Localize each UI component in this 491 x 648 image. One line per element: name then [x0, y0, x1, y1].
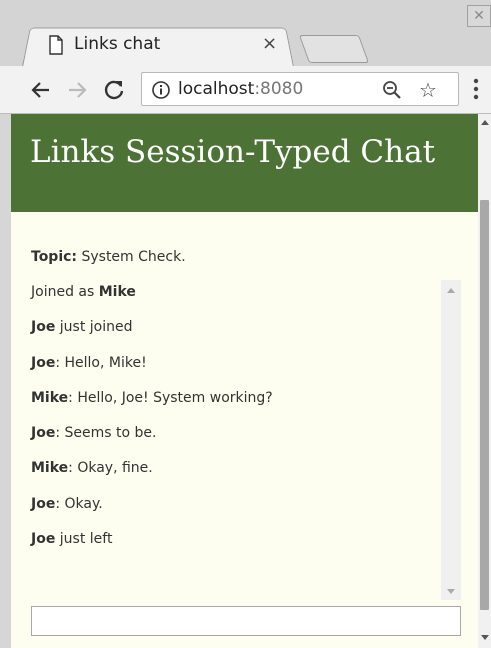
page-title: Links Session-Typed Chat: [30, 134, 436, 170]
message-text: : Seems to be.: [55, 425, 157, 441]
chat-message: Mike: Hello, Joe! System working?: [31, 390, 273, 406]
url-text[interactable]: localhost:8080: [178, 79, 303, 99]
page-viewport: Links Session-Typed Chat Topic: System C…: [11, 114, 478, 648]
chat-log-scrollbar[interactable]: [441, 280, 461, 600]
chat-message: Mike: Okay, fine.: [31, 460, 153, 476]
message-text: : Hello, Joe! System working?: [68, 390, 273, 406]
topic-label: Topic:: [31, 249, 78, 265]
scroll-up-arrow-icon[interactable]: [481, 120, 489, 125]
chat-topic: Topic: System Check.: [31, 249, 186, 265]
message-sender: Mike: [31, 390, 69, 406]
chat-message: Joined as Mike: [31, 284, 136, 300]
message-text: : Okay.: [55, 496, 103, 512]
message-sender: Joe: [31, 319, 56, 335]
chat-message: Joe: Okay.: [31, 496, 103, 512]
tab-strip: Links chat × ✕: [0, 0, 491, 67]
message-sender: Joe: [31, 355, 56, 371]
zoom-out-icon[interactable]: [382, 80, 402, 100]
forward-arrow-icon[interactable]: [65, 78, 89, 102]
new-tab-button[interactable]: [298, 35, 370, 63]
chat-log[interactable]: Joined as Mike Joe just joined Joe: Hell…: [28, 280, 461, 600]
scroll-down-arrow-icon[interactable]: [481, 635, 489, 640]
url-host: localhost: [178, 79, 255, 99]
window-close-icon[interactable]: ✕: [467, 5, 491, 27]
tab-close-icon[interactable]: ×: [262, 33, 277, 54]
page-icon: [49, 35, 63, 55]
chat-message: Joe: Seems to be.: [31, 425, 156, 441]
message-sender: Joe: [31, 531, 56, 547]
scrollbar-thumb[interactable]: [480, 200, 489, 610]
message-sender: Mike: [98, 284, 136, 300]
message-prefix: Joined as: [31, 284, 99, 300]
message-sender: Mike: [31, 460, 69, 476]
tab-title: Links chat: [74, 34, 161, 54]
star-icon[interactable]: ☆: [419, 78, 437, 102]
chat-message: Joe just joined: [31, 319, 133, 335]
message-text: just left: [55, 531, 113, 547]
address-bar[interactable]: localhost:8080 ☆: [141, 72, 459, 106]
topic-value: System Check.: [77, 249, 186, 265]
message-sender: Joe: [31, 496, 56, 512]
scroll-down-arrow-icon[interactable]: [447, 589, 455, 594]
message-text: : Hello, Mike!: [55, 355, 147, 371]
message-sender: Joe: [31, 425, 56, 441]
message-input[interactable]: [31, 606, 461, 636]
info-icon[interactable]: [151, 80, 171, 100]
message-text: just joined: [55, 319, 133, 335]
page-scrollbar[interactable]: [478, 114, 491, 648]
back-arrow-icon[interactable]: [29, 78, 53, 102]
scroll-up-arrow-icon[interactable]: [447, 288, 455, 293]
browser-tab-content[interactable]: Links chat ×: [34, 30, 288, 62]
page-header: Links Session-Typed Chat: [11, 114, 478, 212]
window-frame: [0, 114, 11, 648]
reload-icon[interactable]: [102, 78, 126, 102]
chat-message: Joe just left: [31, 531, 112, 547]
message-text: : Okay, fine.: [68, 460, 153, 476]
kebab-menu-icon[interactable]: [472, 76, 480, 102]
chat-message: Joe: Hello, Mike!: [31, 355, 147, 371]
browser-toolbar: localhost:8080 ☆: [0, 66, 491, 114]
url-port: :8080: [254, 79, 304, 99]
